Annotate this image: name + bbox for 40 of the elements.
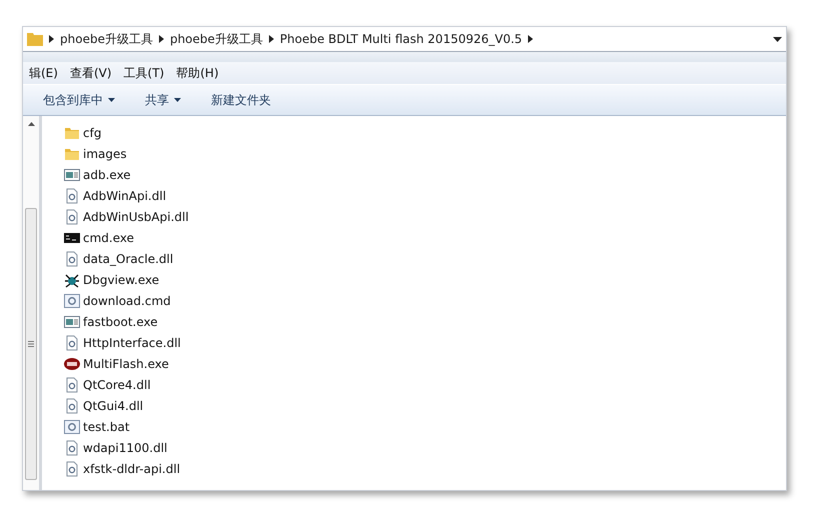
menu-item[interactable]: 帮助(H) [170,64,225,82]
program-window-icon [64,314,80,330]
scroll-up-icon[interactable] [28,122,34,126]
file-name[interactable]: HttpInterface.dll [83,336,181,350]
toolbar-button[interactable]: 共享 [143,88,183,112]
program-window-icon [64,166,80,182]
file-name[interactable]: wdapi1100.dll [83,440,168,454]
file-name[interactable]: QtCore4.dll [83,378,151,392]
menu-item[interactable]: 查看(V) [64,64,118,82]
file-name[interactable]: images [83,146,127,160]
breadcrumb-arrow-icon [528,35,534,43]
file-name[interactable]: data_Oracle.dll [83,252,174,266]
breadcrumb-arrow-icon [49,35,54,43]
history-dropdown-icon[interactable] [773,36,782,42]
menu-item[interactable]: 辑(E) [23,64,64,82]
toolbar-button[interactable]: 包含到库中 [41,88,117,112]
scrollbar-thumb[interactable] [25,208,37,480]
toolbar-button[interactable]: 新建文件夹 [209,88,273,112]
breadcrumb-item[interactable]: phoebe升级工具 [60,30,153,48]
file-name[interactable]: QtGui4.dll [83,398,144,412]
folder-icon [27,32,43,46]
file-name[interactable]: adb.exe [83,168,131,182]
file-name[interactable]: xfstk-dldr-api.dll [83,462,180,476]
file-name[interactable]: download.cmd [83,294,171,308]
flash-tool-icon [64,356,80,372]
file-name[interactable]: AdbWinApi.dll [83,188,166,202]
breadcrumb-arrow-icon [158,35,164,43]
file-name[interactable]: cfg [83,126,102,140]
file-name[interactable]: AdbWinUsbApi.dll [83,210,189,224]
file-name[interactable]: MultiFlash.exe [83,356,169,370]
file-name[interactable]: Dbgview.exe [83,272,160,286]
menu-item[interactable]: 工具(T) [118,64,170,82]
file-name[interactable]: cmd.exe [83,230,134,244]
file-name[interactable]: test.bat [83,420,130,434]
bug-icon [64,272,80,288]
file-name[interactable]: fastboot.exe [83,314,158,328]
breadcrumb-arrow-icon [268,35,274,43]
breadcrumb-item[interactable]: phoebe升级工具 [170,30,263,48]
grip-icon [28,341,34,347]
breadcrumb-item[interactable]: Phoebe BDLT Multi flash 20150926_V0.5 [280,32,522,46]
